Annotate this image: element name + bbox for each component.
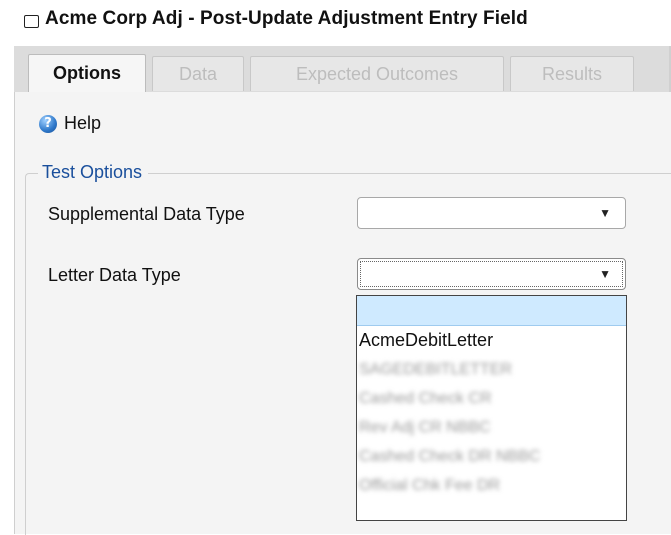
tab-results[interactable]: Results (510, 56, 634, 91)
tab-expected-outcomes[interactable]: Expected Outcomes (250, 56, 504, 91)
tab-strip: Options Data Expected Outcomes Results (14, 46, 671, 93)
window-titlebar: Acme Corp Adj - Post-Update Adjustment E… (0, 0, 671, 46)
test-options-legend: Test Options (38, 162, 149, 183)
dropdown-option-empty[interactable] (357, 296, 626, 326)
focus-ring (360, 261, 623, 287)
tab-data[interactable]: Data (152, 56, 244, 91)
supplemental-data-type-select[interactable]: ▼ (357, 197, 626, 229)
help-label: Help (64, 113, 102, 133)
help-question-icon: ? (39, 114, 57, 133)
dropdown-option-7[interactable]: Official Chk Fee DR (357, 471, 626, 500)
help-link[interactable]: ? Help (39, 113, 101, 134)
window-icon (24, 15, 39, 28)
dropdown-option-6[interactable]: Cashed Check DR NBBC (357, 442, 626, 471)
letter-data-type-select[interactable]: ▼ (357, 258, 626, 290)
chevron-down-icon: ▼ (599, 267, 611, 281)
letter-data-type-label: Letter Data Type (48, 265, 181, 285)
dropdown-option-5[interactable]: Rev Adj CR NBBC (357, 413, 626, 442)
dropdown-option-acmedebitletter[interactable]: AcmeDebitLetter (357, 326, 626, 355)
dropdown-option-3[interactable]: SAGEDEBITLETTER (357, 355, 626, 384)
supplemental-data-type-label: Supplemental Data Type (48, 204, 245, 224)
chevron-down-icon: ▼ (599, 206, 611, 220)
letter-data-type-dropdown-list: AcmeDebitLetter SAGEDEBITLETTER Cashed C… (356, 295, 627, 521)
dropdown-option-4[interactable]: Cashed Check CR (357, 384, 626, 413)
window-title: Acme Corp Adj - Post-Update Adjustment E… (45, 8, 528, 29)
tab-options[interactable]: Options (28, 54, 146, 92)
